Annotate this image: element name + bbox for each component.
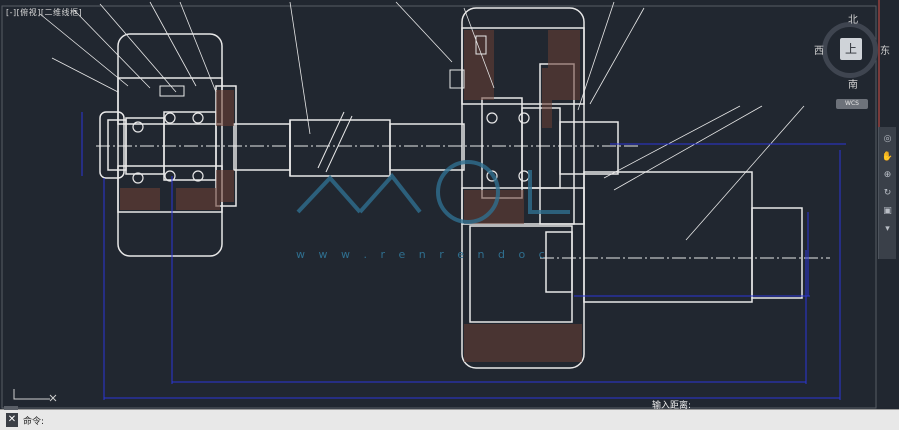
compass-south[interactable]: 南 xyxy=(848,76,858,91)
close-icon[interactable]: ✕ xyxy=(6,413,18,427)
navigation-bar[interactable]: ◎ ✋ ⊕ ↻ ▣ ▾ xyxy=(878,127,896,259)
orbit-icon[interactable]: ↻ xyxy=(881,187,894,199)
viewport-divider xyxy=(878,0,880,127)
viewport-controls[interactable]: [-][俯视][二维线框] xyxy=(6,7,82,18)
drawing-canvas[interactable]: [-][俯视][二维线框] 北 南 西 东 上 WCS ◎ ✋ ⊕ ↻ ▣ ▾ … xyxy=(0,0,899,411)
zoom-icon[interactable]: ⊕ xyxy=(881,169,894,181)
compass-west[interactable]: 西 xyxy=(814,42,824,57)
command-line[interactable]: ✕ 命令: xyxy=(0,406,899,430)
ucs-icon xyxy=(13,389,57,402)
wcs-menu[interactable]: WCS xyxy=(836,99,868,109)
pan-hand-icon[interactable]: ✋ xyxy=(881,151,894,163)
compass-east[interactable]: 东 xyxy=(880,42,890,57)
navbar-menu-icon[interactable]: ▾ xyxy=(881,223,894,235)
steering-wheel-icon[interactable]: ◎ xyxy=(881,133,894,145)
command-line-grip[interactable] xyxy=(4,406,18,410)
mechanical-drawing xyxy=(1,1,877,409)
showmotion-icon[interactable]: ▣ xyxy=(881,205,894,217)
watermark-text: w w w . r e n r e n d o c xyxy=(296,248,550,261)
command-prompt: 命令: xyxy=(23,417,45,427)
compass-north[interactable]: 北 xyxy=(848,11,858,26)
viewcube-top-face[interactable]: 上 xyxy=(840,38,862,60)
